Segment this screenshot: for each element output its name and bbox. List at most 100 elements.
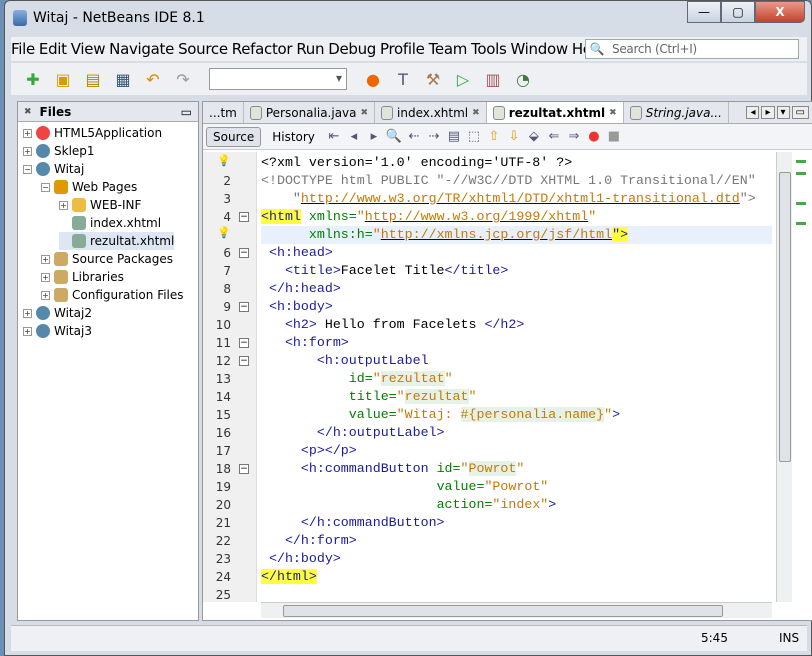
hint-bulb-icon[interactable]: 💡 [203,154,231,167]
tree-item[interactable]: + WEB-INF [59,196,141,214]
scroll-tabs-left-icon[interactable]: ◂ [746,106,760,119]
record-macro-icon[interactable]: ● [586,129,602,145]
tree-item[interactable]: + Source Packages [41,250,173,268]
tab-close-icon[interactable]: ✖ [609,108,617,118]
tree-item[interactable]: + HTML5Application [23,124,162,142]
fold-toggle-icon[interactable]: − [239,302,249,312]
files-tab[interactable]: Files [40,105,72,119]
tab-personalia-java[interactable]: Personalia.java ✖ [244,102,376,123]
menu-team[interactable]: Team [429,40,468,58]
menu-navigate[interactable]: Navigate [109,40,174,58]
history-button[interactable]: History [265,127,322,147]
close-panel-icon[interactable]: ✖ [24,107,32,117]
expand-toggle-icon[interactable]: + [41,272,50,282]
toggle-highlight-icon[interactable]: ▤ [446,129,462,145]
tree-item[interactable]: + Libraries [41,268,124,286]
expand-toggle-icon[interactable]: + [23,128,32,138]
clean-build-icon[interactable]: ⚒ [421,67,445,91]
expand-toggle-icon[interactable]: + [59,200,68,210]
tab--tm[interactable]: ...tm [203,102,244,123]
back-icon[interactable]: ◂ [346,129,362,145]
tree-item[interactable]: − Witaj [23,160,84,178]
fold-toggle-icon[interactable]: − [239,356,249,366]
tab-string-java-[interactable]: String.java... [624,102,729,123]
menu-view[interactable]: View [71,40,106,58]
menu-run[interactable]: Run [296,40,324,58]
tab-list-icon[interactable]: ▾ [776,106,790,119]
tree-item[interactable]: + Witaj3 [23,322,92,340]
find-icon[interactable]: 🔍 [386,129,402,145]
firefox-browser-icon[interactable]: ● [361,67,385,91]
debug-icon[interactable]: ▥ [481,67,505,91]
search-box[interactable]: 🔍 Search (Ctrl+I) [585,39,799,59]
tree-item[interactable]: + Configuration Files [41,286,184,304]
find-next-icon[interactable]: ⇢ [426,129,442,145]
find-previous-icon[interactable]: ⇠ [406,129,422,145]
menu-edit[interactable]: Edit [39,40,67,58]
vertical-scroll-thumb[interactable] [779,172,791,462]
expand-toggle-icon[interactable]: − [23,164,32,174]
maximize-button[interactable]: ▢ [721,1,755,23]
hint-bulb-icon[interactable]: 💡 [203,226,231,239]
save-all-icon[interactable]: ▦ [111,67,135,91]
profile-icon[interactable]: ◔ [511,67,535,91]
code-token: Facelet Title [340,263,445,278]
stop-macro-icon[interactable]: ■ [606,129,622,145]
menu-window[interactable]: Window [510,40,568,58]
menu-tools[interactable]: Tools [471,40,507,58]
menu-profile[interactable]: Profile [380,40,425,58]
vertical-scrollbar[interactable] [776,152,792,602]
menu-file[interactable]: File [11,40,35,58]
redo-icon[interactable]: ↷ [171,67,195,91]
expand-toggle-icon[interactable]: + [23,308,32,318]
expand-toggle-icon[interactable]: + [41,290,50,300]
source-button[interactable]: Source [206,126,262,147]
tab-close-icon[interactable]: ✖ [472,108,480,118]
fold-toggle-icon[interactable]: − [239,338,249,348]
rect-select-icon[interactable]: ⬚ [466,129,482,145]
tab-close-icon[interactable]: ✖ [361,108,369,118]
scroll-tabs-right-icon[interactable]: ▸ [761,106,775,119]
minimize-panel-icon[interactable]: ▭ [181,105,192,119]
code-line: <html xmlns="http://www.w3.org/1999/xhtm… [261,208,596,226]
search-input[interactable]: Search (Ctrl+I) [612,42,697,56]
expand-toggle-icon[interactable]: − [41,182,50,192]
tab-index-xhtml[interactable]: index.xhtml ✖ [375,102,487,123]
previous-bookmark-icon[interactable]: ⇧ [486,129,502,145]
configuration-select[interactable] [209,68,347,90]
forward-icon[interactable]: ▸ [366,129,382,145]
expand-toggle-icon[interactable]: + [41,254,50,264]
fold-toggle-icon[interactable]: − [239,248,249,258]
tree-item[interactable]: index.xhtml [59,214,161,232]
menu-refactor[interactable]: Refactor [232,40,293,58]
menu-source[interactable]: Source [178,40,228,58]
menu-debug[interactable]: Debug [328,40,376,58]
horizontal-scroll-thumb[interactable] [283,605,723,617]
code-area[interactable]: <?xml version='1.0' encoding='UTF-8' ?> <… [261,152,772,602]
build-hammer-icon[interactable]: T [391,67,415,91]
tree-item[interactable]: − Web Pages [41,178,137,196]
tree-item[interactable]: rezultat.xhtml [59,232,175,250]
expand-toggle-icon[interactable]: + [23,146,32,156]
horizontal-scrollbar[interactable] [261,602,772,618]
fold-toggle-icon[interactable]: − [239,212,249,222]
tree-item[interactable]: + Sklep1 [23,142,95,160]
shift-right-icon[interactable]: ⇒ [566,129,582,145]
toggle-bookmark-icon[interactable]: ⬙ [526,129,542,145]
run-icon[interactable]: ▷ [451,67,475,91]
next-bookmark-icon[interactable]: ⇩ [506,129,522,145]
undo-icon[interactable]: ↶ [141,67,165,91]
shift-left-icon[interactable]: ⇐ [546,129,562,145]
open-project-icon[interactable]: ▤ [81,67,105,91]
last-edit-icon[interactable]: ⇤ [326,129,342,145]
tree-item[interactable]: + Witaj2 [23,304,92,322]
maximize-editor-icon[interactable]: ▭ [791,106,809,119]
new-file-icon[interactable]: ✚ [21,67,45,91]
code-line: <p></p> [261,442,357,460]
minimize-button[interactable]: — [687,1,721,23]
new-project-icon[interactable]: ▣ [51,67,75,91]
fold-toggle-icon[interactable]: − [239,464,249,474]
tab-rezultat-xhtml[interactable]: rezultat.xhtml ✖ [486,102,624,123]
expand-toggle-icon[interactable]: + [23,326,32,336]
close-button[interactable]: X [755,1,805,23]
